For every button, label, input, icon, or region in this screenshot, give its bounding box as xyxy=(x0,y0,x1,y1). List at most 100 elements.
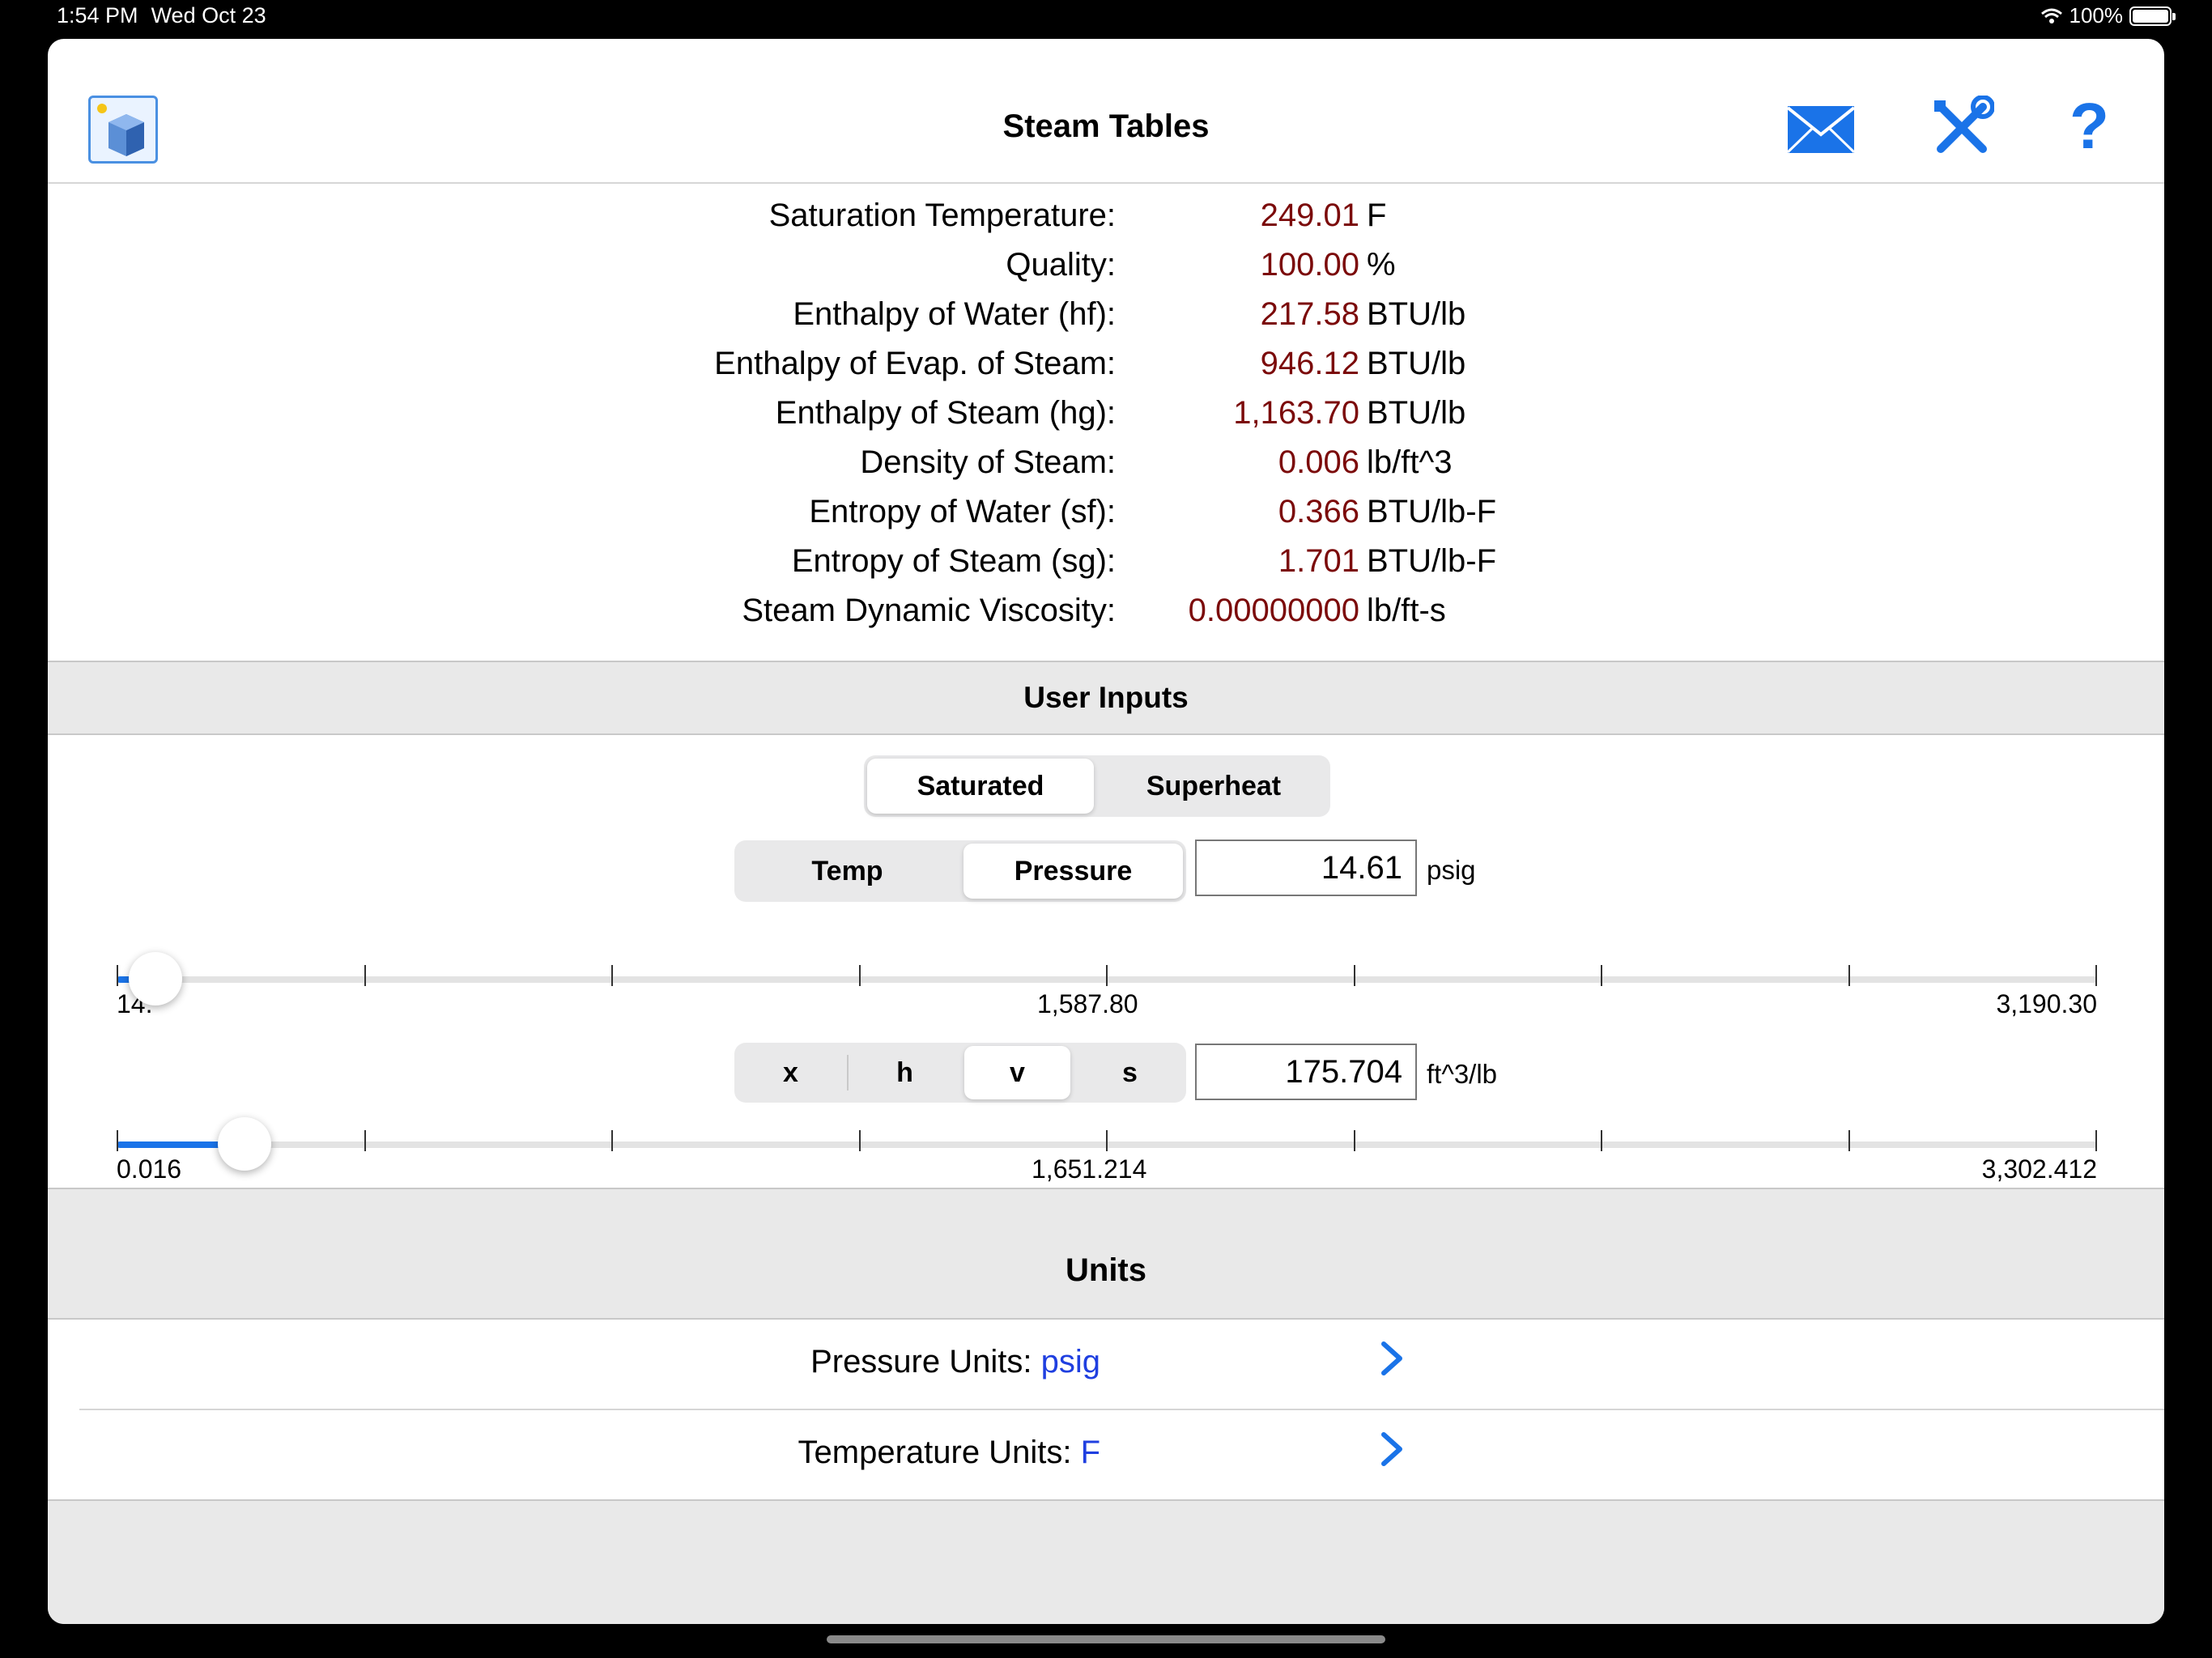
slider-tick xyxy=(1601,965,1602,986)
pressure-unit-label: psig xyxy=(1427,855,1476,885)
result-value: 0.366 xyxy=(1278,494,1359,529)
slider-tick xyxy=(611,965,613,986)
pressure-input[interactable]: 14.61 xyxy=(1195,840,1417,896)
result-unit: BTU/lb-F xyxy=(1367,494,1496,529)
segment-x[interactable]: x xyxy=(738,1046,844,1099)
slider-tick xyxy=(1848,1130,1850,1151)
divider xyxy=(48,733,2164,735)
result-value: 0.006 xyxy=(1278,444,1359,480)
slider-tick xyxy=(2095,965,2097,986)
result-value: 946.12 xyxy=(1260,346,1359,381)
result-row: Quality: 100.00 % xyxy=(48,247,2164,295)
temperature-units-row[interactable]: Temperature Units: F xyxy=(48,1410,2164,1499)
units-header: Units xyxy=(48,1189,2164,1318)
result-row: Density of Steam: 0.006 lb/ft^3 xyxy=(48,444,2164,493)
result-label: Enthalpy of Evap. of Steam: xyxy=(714,346,1116,381)
slider-tick xyxy=(1848,965,1850,986)
property-segmented-control: x h v s xyxy=(734,1043,1186,1103)
slider-tick xyxy=(117,965,118,986)
result-row: Entropy of Steam (sg): 1.701 BTU/lb-F xyxy=(48,543,2164,592)
slider-tick xyxy=(859,1130,861,1151)
slider-min-label: 0.016 xyxy=(117,1154,182,1184)
result-row: Enthalpy of Evap. of Steam: 946.12 BTU/l… xyxy=(48,346,2164,394)
result-row: Enthalpy of Water (hf): 217.58 BTU/lb xyxy=(48,296,2164,345)
property-slider[interactable]: 0.016 1,651.214 3,302.412 xyxy=(117,1112,2097,1184)
slider-tick xyxy=(1354,965,1355,986)
battery-percent: 100% xyxy=(2069,3,2124,28)
pressure-units-value: psig xyxy=(1040,1344,1100,1380)
temperature-units-caption: Temperature Units: xyxy=(798,1435,1072,1470)
mail-button[interactable] xyxy=(1786,105,1856,158)
slider-tick xyxy=(364,1130,366,1151)
pressure-slider[interactable]: 14. 1,587.80 3,190.30 xyxy=(117,947,2097,1018)
slider-tick xyxy=(1106,1130,1108,1151)
tools-icon xyxy=(1934,95,1995,153)
result-value: 1.701 xyxy=(1278,543,1359,579)
result-value: 1,163.70 xyxy=(1233,395,1359,431)
segment-superheat[interactable]: Superheat xyxy=(1100,759,1327,814)
result-row: Saturation Temperature: 249.01 F xyxy=(48,198,2164,246)
result-label: Entropy of Steam (sg): xyxy=(791,543,1116,579)
battery-icon xyxy=(2129,6,2176,26)
result-label: Quality: xyxy=(1006,247,1116,283)
property-input[interactable]: 175.704 xyxy=(1195,1044,1417,1100)
pressure-units-label: Pressure Units: psig xyxy=(48,1344,1100,1380)
nav-bar: Steam Tables ? xyxy=(48,39,2164,184)
result-unit: lb/ft^3 xyxy=(1367,444,1453,480)
result-unit: BTU/lb xyxy=(1367,395,1466,431)
basis-segmented-control: Temp Pressure xyxy=(734,840,1186,902)
wifi-icon xyxy=(2040,8,2062,23)
result-value: 100.00 xyxy=(1260,247,1359,283)
chevron-right-icon xyxy=(1381,1341,1402,1375)
pressure-units-caption: Pressure Units: xyxy=(810,1344,1032,1380)
result-label: Enthalpy of Steam (hg): xyxy=(775,395,1116,431)
segment-h[interactable]: h xyxy=(852,1046,958,1099)
settings-button[interactable] xyxy=(1929,95,1995,164)
slider-max-label: 3,302.412 xyxy=(1981,1154,2097,1184)
result-label: Enthalpy of Water (hf): xyxy=(793,296,1116,332)
slider-tick xyxy=(1601,1130,1602,1151)
user-inputs-header: User Inputs xyxy=(48,662,2164,733)
help-button[interactable]: ? xyxy=(2069,94,2109,159)
slider-tick xyxy=(1354,1130,1355,1151)
result-unit: BTU/lb xyxy=(1367,296,1466,332)
slider-mid-label: 1,651.214 xyxy=(1032,1154,1147,1184)
slider-thumb[interactable] xyxy=(129,952,182,1005)
home-indicator[interactable] xyxy=(827,1635,1385,1643)
slider-thumb[interactable] xyxy=(218,1117,271,1171)
mode-segmented-control: Saturated Superheat xyxy=(864,755,1330,817)
result-label: Saturation Temperature: xyxy=(768,198,1116,233)
result-unit: F xyxy=(1367,198,1387,233)
slider-fill xyxy=(117,1141,222,1148)
result-unit: % xyxy=(1367,247,1396,283)
segment-saturated[interactable]: Saturated xyxy=(867,759,1094,814)
slider-tick xyxy=(859,965,861,986)
slider-tick xyxy=(117,1130,118,1151)
result-value: 0.00000000 xyxy=(1188,593,1359,628)
temperature-units-label: Temperature Units: F xyxy=(48,1435,1100,1471)
segment-divider xyxy=(847,1055,849,1090)
footer-area xyxy=(48,1501,2164,1624)
slider-mid-label: 1,587.80 xyxy=(1037,989,1138,1018)
result-row: Entropy of Water (sf): 0.366 BTU/lb-F xyxy=(48,494,2164,542)
result-row: Steam Dynamic Viscosity: 0.00000000 lb/f… xyxy=(48,593,2164,641)
result-value: 249.01 xyxy=(1260,198,1359,233)
segment-pressure[interactable]: Pressure xyxy=(963,844,1183,899)
segment-temp[interactable]: Temp xyxy=(738,844,957,899)
slider-tick xyxy=(364,965,366,986)
help-icon: ? xyxy=(2069,90,2109,162)
result-value: 217.58 xyxy=(1260,296,1359,332)
slider-tick xyxy=(611,1130,613,1151)
chevron-right-icon xyxy=(1381,1432,1402,1466)
result-row: Enthalpy of Steam (hg): 1,163.70 BTU/lb xyxy=(48,395,2164,444)
result-label: Entropy of Water (sf): xyxy=(809,494,1116,529)
segment-s[interactable]: s xyxy=(1077,1046,1183,1099)
segment-v[interactable]: v xyxy=(964,1046,1070,1099)
result-label: Density of Steam: xyxy=(860,444,1116,480)
pressure-units-row[interactable]: Pressure Units: psig xyxy=(48,1320,2164,1409)
clock: 1:54 PM xyxy=(57,3,138,28)
slider-max-label: 3,190.30 xyxy=(1996,989,2097,1018)
result-unit: lb/ft-s xyxy=(1367,593,1446,628)
slider-tick xyxy=(1106,965,1108,986)
status-indicators: 100% xyxy=(2040,3,2176,28)
